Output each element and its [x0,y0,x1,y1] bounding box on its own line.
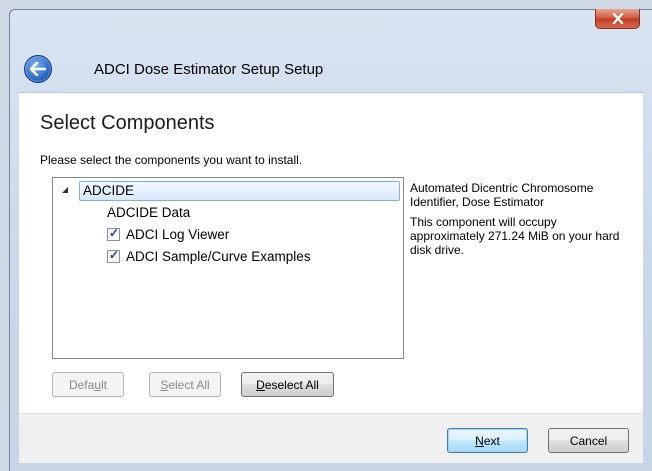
tree-item-label: ADCI Sample/Curve Examples [126,249,311,264]
back-button[interactable] [24,55,52,83]
tree-item-adcide-data[interactable]: ADCIDE Data [107,205,190,220]
default-label-post: lt [101,377,108,392]
tree-item-adcide[interactable]: ADCIDE [83,183,134,198]
content-panel: Select Components Please select the comp… [19,92,643,414]
tree-item-sample-curve[interactable]: ✓ ADCI Sample/Curve Examples [107,248,311,264]
footer-bar: Next Cancel [19,413,643,463]
component-description: Automated Dicentric Chromosome Identifie… [410,181,630,263]
checkmark-icon: ✓ [109,226,120,240]
back-arrow-icon [30,62,46,76]
tree-item-label: ADCI Log Viewer [126,227,230,242]
select-all-mnemonic: S [160,377,169,392]
instruction-text: Please select the components you want to… [40,153,303,167]
expand-arrow-icon[interactable] [61,186,69,194]
components-tree[interactable]: ADCIDE ADCIDE Data ✓ ADCI Log Viewer ✓ ADC… [52,177,404,359]
next-mnemonic: N [475,433,484,448]
default-button[interactable]: Defa u lt [52,372,124,397]
cancel-button[interactable]: Cancel [548,428,629,453]
close-button[interactable] [595,9,640,29]
window-title: ADCI Dose Estimator Setup Setup [94,61,324,78]
select-all-button[interactable]: Select All [149,372,221,397]
description-size: This component will occupy approximately… [410,215,620,257]
log-viewer-checkbox[interactable]: ✓ [107,226,120,241]
page-heading: Select Components [40,112,215,134]
default-label-pre: Defa [68,377,95,392]
tree-item-log-viewer[interactable]: ✓ ADCI Log Viewer [107,226,230,242]
checkmark-icon: ✓ [109,248,120,262]
deselect-all-mnemonic: D [256,377,265,392]
close-icon [612,13,623,24]
deselect-all-label: eselect All [264,377,319,392]
next-label: ext [483,433,500,448]
select-all-label: elect All [168,377,210,392]
next-button[interactable]: Next [447,428,528,453]
deselect-all-button[interactable]: Deselect All [241,372,334,397]
sample-curve-checkbox[interactable]: ✓ [107,248,120,263]
default-mnemonic: u [94,377,102,392]
description-title: Automated Dicentric Chromosome Identifie… [410,181,594,209]
